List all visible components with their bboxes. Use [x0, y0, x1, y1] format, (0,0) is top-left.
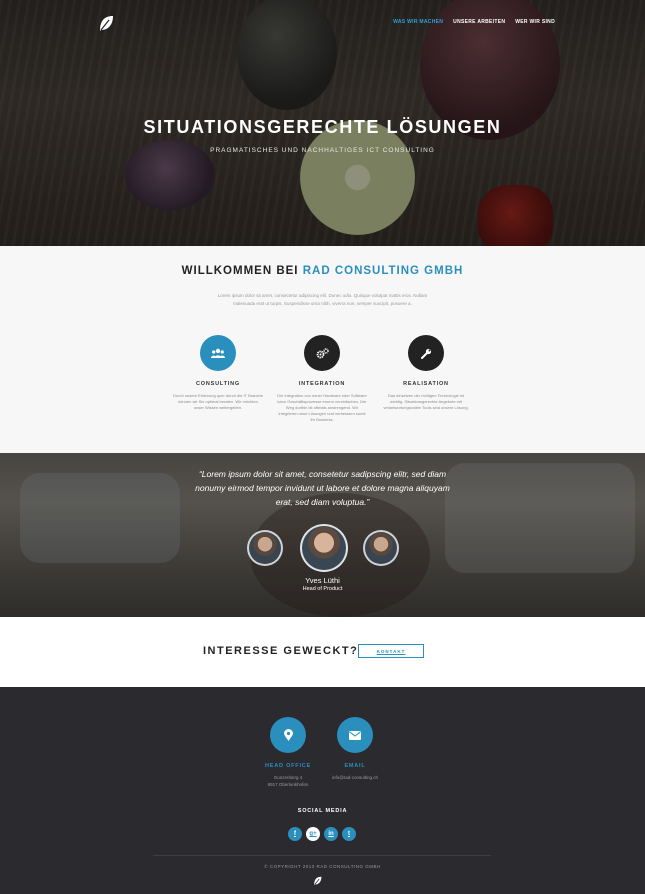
avatar-left[interactable] — [247, 530, 283, 566]
map-marker-icon — [270, 717, 306, 753]
nav-item-wer-wir-sind[interactable]: WER WIR SIND — [515, 19, 555, 25]
hero-subtitle: PRAGMATISCHES UND NACHHALTIGES ICT CONSU… — [210, 147, 435, 154]
service-description: Durch unsere Erfahrung quer durch die IT… — [173, 393, 263, 410]
office-city: 8917 Oberlunkhofen — [267, 782, 309, 787]
copyright: © COPYRIGHT 2013 RAD CONSULTING GMBH — [264, 864, 381, 869]
service-label: INTEGRATION — [298, 381, 346, 387]
cta-section: INTERESSE GEWECKT? KONTAKT — [0, 617, 645, 687]
twitter-icon[interactable]: t — [342, 827, 356, 841]
avatar-active[interactable] — [300, 524, 348, 572]
envelope-icon[interactable] — [337, 717, 373, 753]
wrench-icon — [408, 335, 444, 371]
gears-icon — [304, 335, 340, 371]
email-address[interactable]: info@rad-consulting.ch — [310, 774, 400, 781]
welcome-title-company: RAD CONSULTING GMBH — [302, 265, 464, 277]
users-icon — [200, 335, 236, 371]
facebook-icon[interactable]: f — [288, 827, 302, 841]
nav-item-was-wir-machen[interactable]: WAS WIR MACHEN — [393, 19, 443, 25]
service-description: Das einsetzen der richtigen Technologie … — [383, 393, 469, 410]
welcome-section: WILLKOMMEN BEI RAD CONSULTING GMBH Lorem… — [0, 246, 645, 453]
service-label: CONSULTING — [196, 381, 240, 387]
main-nav: WAS WIR MACHEN UNSERE ARBEITEN WER WIR S… — [393, 19, 555, 25]
service-integration: INTEGRATION Die Integration von neuer Ha… — [272, 335, 372, 423]
service-description: Die Integration von neuer Hardware oder … — [277, 393, 367, 422]
service-label: REALISATION — [403, 381, 449, 387]
welcome-title: WILLKOMMEN BEI RAD CONSULTING GMBH — [0, 265, 645, 277]
social-links: f g+ in t — [288, 827, 356, 841]
hero-title: SITUATIONSGERECHTE LÖSUNGEN — [143, 117, 502, 137]
hero-section: WAS WIR MACHEN UNSERE ARBEITEN WER WIR S… — [0, 0, 645, 246]
nav-item-unsere-arbeiten[interactable]: UNSERE ARBEITEN — [453, 19, 505, 25]
testimonial-name: Yves Lüthi — [305, 576, 340, 585]
welcome-title-prefix: WILLKOMMEN BEI — [181, 265, 303, 277]
kontakt-button[interactable]: KONTAKT — [358, 644, 424, 658]
service-realisation: REALISATION Das einsetzen der richtigen … — [376, 335, 476, 411]
service-consulting: CONSULTING Durch unsere Erfahrung quer d… — [168, 335, 268, 411]
welcome-intro-text: Lorem ipsum dolor sit amet, consectetur … — [217, 293, 428, 306]
footer: HEAD OFFICE Gunzenberg 4 8917 Oberlunkho… — [0, 687, 645, 894]
linkedin-icon[interactable]: in — [324, 827, 338, 841]
avatar-right[interactable] — [363, 530, 399, 566]
google-plus-icon[interactable]: g+ — [306, 827, 320, 841]
footer-divider — [153, 855, 491, 856]
footer-email: EMAIL info@rad-consulting.ch — [310, 717, 400, 781]
leaf-logo-icon[interactable] — [98, 15, 114, 32]
social-media-title: SOCIAL MEDIA — [297, 808, 348, 814]
email-label: EMAIL — [344, 763, 366, 769]
footer-leaf-logo-icon — [314, 876, 322, 886]
testimonial-role: Head of Product — [302, 586, 343, 592]
testimonial-quote: “Lorem ipsum dolor sit amet, consetetur … — [195, 469, 450, 507]
cta-title: INTERESSE GEWECKT? — [203, 645, 359, 657]
